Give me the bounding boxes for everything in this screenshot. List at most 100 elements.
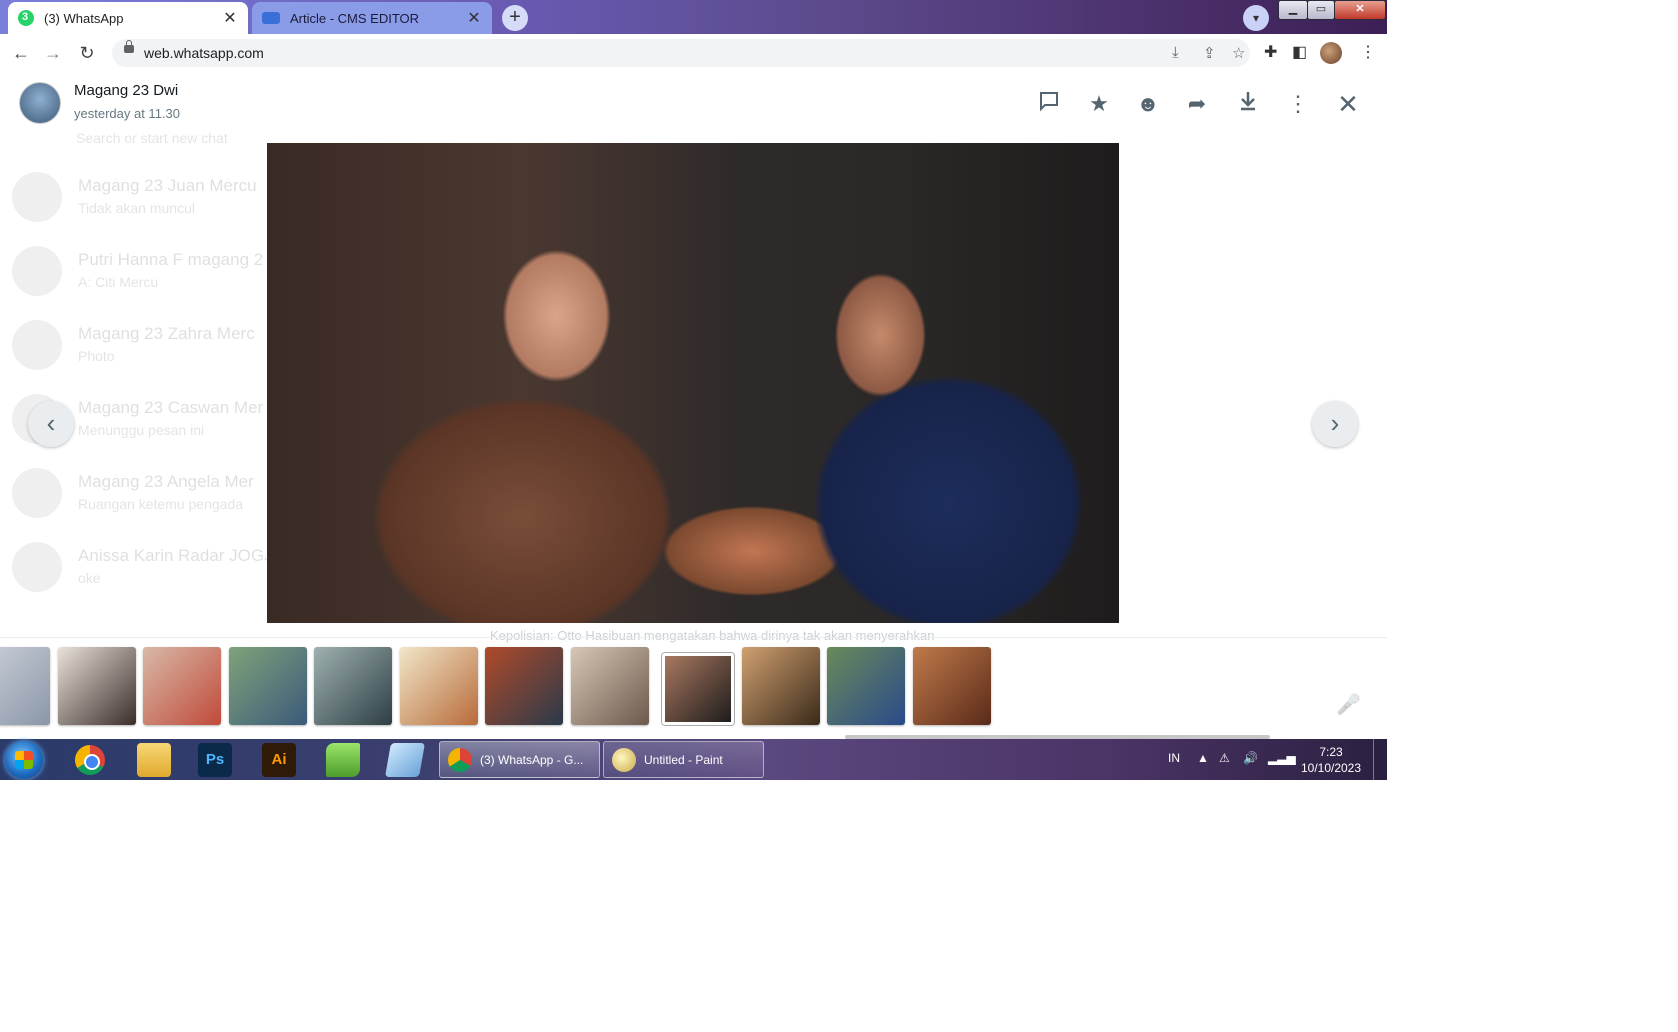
previous-media-button[interactable]: ‹ — [28, 401, 74, 447]
whatsapp-favicon-icon — [18, 10, 34, 26]
signal-icon[interactable]: ▂▃▅ — [1268, 751, 1296, 765]
chat-name: Anissa Karin Radar JOGJ — [78, 546, 273, 565]
profile-avatar[interactable] — [1320, 42, 1342, 64]
list-item: Magang 23 Angela Mer Ruangan ketemu peng… — [12, 468, 272, 518]
taskbar: Ps Ai (3) WhatsApp - G... Untitled - Pai… — [0, 739, 1387, 780]
search-placeholder: Search or start new chat — [76, 130, 228, 146]
avatar — [12, 246, 62, 296]
list-item: Magang 23 Zahra Merc Photo — [12, 320, 272, 370]
chat-preview: Photo — [78, 348, 115, 364]
chat-name: Magang 23 Caswan Mer — [78, 398, 264, 417]
taskbar-task-paint[interactable]: Untitled - Paint — [603, 741, 764, 778]
chat-preview: Tidak akan muncul — [78, 200, 195, 216]
chrome-icon — [448, 747, 472, 772]
back-arrow-icon[interactable]: ← — [10, 42, 32, 64]
star-icon[interactable]: ★ — [1085, 90, 1113, 118]
photo-caption: Kepolisian: Otto Hasibuan mengatakan bah… — [490, 628, 935, 643]
tab-cms-editor[interactable]: Article - CMS EDITOR ✕ — [252, 2, 492, 34]
close-icon[interactable]: ✕ — [1334, 90, 1362, 118]
language-indicator[interactable]: IN — [1168, 751, 1180, 765]
tab-search-chevron-icon[interactable]: ▾ — [1243, 5, 1269, 31]
thumb-6[interactable] — [399, 647, 478, 725]
show-desktop-button[interactable] — [1373, 739, 1387, 780]
thumb-1[interactable] — [0, 647, 50, 725]
download-icon[interactable] — [1234, 90, 1262, 118]
extensions-puzzle-icon[interactable]: ✚ — [1264, 42, 1277, 62]
list-item: Magang 23 Juan Mercu Tidak akan muncul — [12, 172, 272, 222]
browser-toolbar: ← → ↻ web.whatsapp.com ⤓ ⇪ ☆ ✚ ◧ ⋮ — [0, 34, 1387, 73]
cms-favicon-icon — [262, 12, 280, 24]
next-media-button[interactable]: › — [1312, 401, 1358, 447]
tab-close-icon[interactable]: ✕ — [466, 8, 482, 28]
emoji-icon[interactable]: ☻ — [1134, 90, 1162, 118]
avatar — [12, 172, 62, 222]
clock-date: 10/10/2023 — [1300, 761, 1362, 775]
avatar — [12, 468, 62, 518]
photoshop-icon[interactable]: Ps — [198, 743, 232, 777]
side-panel-icon[interactable]: ◧ — [1292, 42, 1307, 62]
bookmark-star-icon[interactable]: ☆ — [1232, 44, 1245, 62]
task-label: Untitled - Paint — [644, 752, 723, 767]
network-warning-icon[interactable]: ⚠ — [1219, 751, 1230, 765]
tab-label: Article - CMS EDITOR — [290, 10, 420, 26]
notepad-icon[interactable] — [385, 743, 425, 777]
avatar — [12, 320, 62, 370]
maximize-button[interactable]: ▭ — [1307, 0, 1335, 20]
thumb-5[interactable] — [314, 647, 392, 725]
menu-icon[interactable]: ⋮ — [1284, 90, 1312, 118]
divider — [0, 637, 1387, 638]
minimize-button[interactable]: ▁ — [1278, 0, 1308, 20]
taskbar-task-whatsapp[interactable]: (3) WhatsApp - G... — [439, 741, 600, 778]
chat-preview: oke — [78, 570, 101, 586]
tab-whatsapp[interactable]: (3) WhatsApp ✕ — [8, 2, 248, 34]
thumb-2[interactable] — [57, 647, 136, 725]
forward-arrow-icon[interactable]: → — [42, 42, 64, 64]
tray-expand-icon[interactable]: ▲ — [1197, 751, 1209, 765]
chat-name: Magang 23 Zahra Merc — [78, 324, 255, 343]
thumb-7[interactable] — [485, 647, 563, 725]
thumb-10[interactable] — [741, 647, 820, 725]
media-viewer: Search or start new chat Magang 23 Juan … — [0, 72, 1387, 739]
chat-name: Putri Hanna F magang 2 — [78, 250, 264, 269]
thumb-3[interactable] — [143, 647, 221, 725]
thumb-9-selected[interactable] — [662, 653, 734, 725]
avatar — [12, 542, 62, 592]
install-app-icon[interactable]: ⤓ — [1172, 44, 1179, 61]
share-icon[interactable]: ⇪ — [1203, 44, 1216, 62]
illustrator-icon[interactable]: Ai — [262, 743, 296, 777]
task-label: (3) WhatsApp - G... — [480, 752, 584, 767]
thumb-8[interactable] — [570, 647, 649, 725]
reply-icon[interactable] — [1035, 90, 1063, 118]
reload-icon[interactable]: ↻ — [76, 42, 98, 64]
chrome-app-icon[interactable] — [75, 745, 105, 775]
new-tab-button[interactable]: + — [502, 5, 528, 31]
notepad-plus-icon[interactable] — [326, 743, 360, 777]
volume-icon[interactable]: 🔊 — [1243, 751, 1258, 765]
tab-strip: (3) WhatsApp ✕ Article - CMS EDITOR ✕ + … — [0, 0, 1387, 34]
window-close-button[interactable]: ✕ — [1334, 0, 1386, 20]
sender-avatar[interactable] — [19, 82, 61, 124]
clock[interactable]: 7:23 10/10/2023 — [1296, 744, 1366, 776]
thumb-11[interactable] — [827, 647, 905, 725]
background-chat-list: Search or start new chat Magang 23 Juan … — [0, 130, 280, 652]
paint-icon — [612, 747, 636, 772]
chat-name: Magang 23 Juan Mercu — [78, 176, 257, 195]
list-item: Putri Hanna F magang 2 A: Citi Mercu — [12, 246, 272, 296]
clock-time: 7:23 — [1319, 745, 1343, 759]
chat-name: Magang 23 Angela Mer — [78, 472, 254, 491]
tab-label: (3) WhatsApp — [44, 10, 124, 26]
chat-preview: A: Citi Mercu — [78, 274, 159, 290]
chat-preview: Menunggu pesan ini — [78, 422, 205, 438]
start-button[interactable] — [5, 741, 43, 779]
thumb-4[interactable] — [228, 647, 307, 725]
url-text: web.whatsapp.com — [144, 45, 264, 61]
thumb-12[interactable] — [912, 647, 991, 725]
message-timestamp: yesterday at 11.30 — [74, 106, 180, 121]
lock-icon — [124, 40, 134, 53]
tab-close-icon[interactable]: ✕ — [222, 8, 238, 28]
address-bar[interactable]: web.whatsapp.com ⤓ ⇪ ☆ — [112, 39, 1250, 67]
browser-menu-icon[interactable]: ⋮ — [1360, 42, 1376, 62]
forward-icon[interactable]: ➦ — [1183, 90, 1211, 118]
file-explorer-icon[interactable] — [137, 743, 171, 777]
screen: (3) WhatsApp ✕ Article - CMS EDITOR ✕ + … — [0, 0, 1387, 780]
